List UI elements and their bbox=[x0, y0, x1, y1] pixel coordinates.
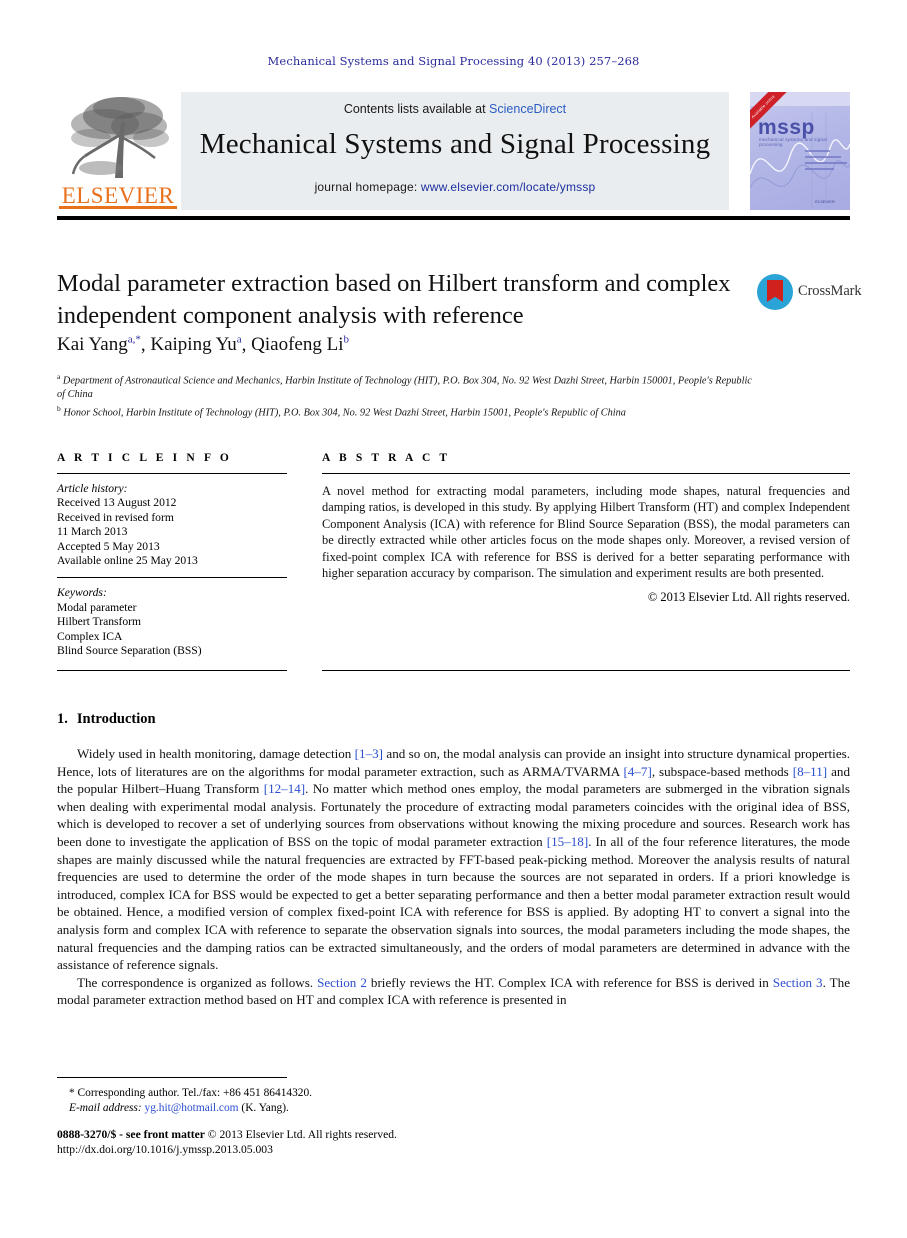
journal-homepage-line: journal homepage: www.elsevier.com/locat… bbox=[181, 180, 729, 194]
section-heading-introduction: 1. Introduction bbox=[57, 711, 156, 728]
citation-link[interactable]: [12–14] bbox=[264, 781, 305, 796]
citation-link[interactable]: [4–7] bbox=[623, 764, 651, 779]
section-title: Introduction bbox=[76, 711, 156, 727]
abstract-rule bbox=[322, 473, 850, 474]
journal-homepage-link[interactable]: www.elsevier.com/locate/ymssp bbox=[421, 180, 596, 194]
keyword-item: Blind Source Separation (BSS) bbox=[57, 644, 202, 658]
section-link[interactable]: Section 2 bbox=[317, 975, 367, 990]
citation-link[interactable]: [8–11] bbox=[793, 764, 827, 779]
citation-link[interactable]: [15–18] bbox=[547, 834, 588, 849]
author-sep: , bbox=[140, 334, 151, 356]
issn-rights: © 2013 Elsevier Ltd. All rights reserved… bbox=[204, 1128, 397, 1141]
text-run: , subspace-based methods bbox=[651, 763, 793, 779]
header-divider bbox=[57, 216, 850, 220]
author-sep: , bbox=[241, 334, 252, 356]
abstract-column: A B S T R A C T A novel method for extra… bbox=[322, 452, 850, 605]
crossmark-badge[interactable]: CrossMark bbox=[757, 272, 862, 314]
author-2: Qiaofeng Lib bbox=[251, 334, 349, 355]
page-title: Modal parameter extraction based on Hilb… bbox=[57, 270, 731, 329]
journal-title: Mechanical Systems and Signal Processing bbox=[199, 128, 711, 160]
article-history: Article history: Received 13 August 2012… bbox=[57, 482, 287, 568]
affiliation-text: Department of Astronautical Science and … bbox=[57, 375, 752, 401]
crossmark-label: CrossMark bbox=[798, 283, 862, 299]
affiliation-mark: b bbox=[57, 403, 61, 413]
section-number: 1. bbox=[57, 711, 68, 727]
contents-lists-line: Contents lists available at ScienceDirec… bbox=[181, 102, 729, 116]
author-list: Kai Yanga,*, Kaiping Yua, Qiaofeng Lib bbox=[57, 334, 737, 356]
affiliation-a: a Department of Astronautical Science an… bbox=[57, 370, 757, 402]
journal-masthead: Contents lists available at ScienceDirec… bbox=[181, 92, 729, 210]
text-run: briefly reviews the HT. Complex ICA with… bbox=[366, 974, 773, 990]
journal-cover-thumbnail[interactable]: mssp mechanical systems and signal proce… bbox=[750, 92, 850, 210]
author-1: Kaiping Yua bbox=[150, 334, 241, 355]
elsevier-logo: ELSEVIER bbox=[57, 92, 179, 210]
author-marks: b bbox=[343, 334, 349, 346]
homepage-prefix: journal homepage: bbox=[314, 180, 421, 194]
keyword-item: Hilbert Transform bbox=[57, 615, 142, 629]
keywords-label: Keywords: bbox=[57, 586, 107, 600]
body-text: Widely used in health monitoring, damage… bbox=[57, 745, 850, 1009]
email-link[interactable]: yg.hit@hotmail.com bbox=[145, 1102, 239, 1114]
doi-link[interactable]: http://dx.doi.org/10.1016/j.ymssp.2013.0… bbox=[57, 1142, 617, 1157]
info-column-bottom-rule bbox=[57, 670, 287, 672]
author-name: Kai Yang bbox=[57, 334, 128, 356]
contents-prefix: Contents lists available at bbox=[343, 102, 490, 116]
history-item: Received 13 August 2012 bbox=[57, 496, 177, 510]
history-item: 11 March 2013 bbox=[57, 525, 128, 539]
journal-header: ELSEVIER Contents lists available at Sci… bbox=[57, 92, 850, 210]
affiliation-list: a Department of Astronautical Science an… bbox=[57, 370, 757, 420]
article-info-rule bbox=[57, 473, 287, 474]
abstract-heading: A B S T R A C T bbox=[322, 452, 451, 464]
author-name: Kaiping Yu bbox=[150, 334, 237, 356]
email-label: E-mail address: bbox=[69, 1102, 142, 1114]
email-note: E-mail address: yg.hit@hotmail.com (K. Y… bbox=[57, 1101, 557, 1116]
running-head: Mechanical Systems and Signal Processing… bbox=[267, 54, 640, 68]
article-info-column: A R T I C L E I N F O Article history: R… bbox=[57, 452, 287, 658]
abstract-column-bottom-rule bbox=[322, 670, 850, 672]
elsevier-tree-icon bbox=[61, 94, 175, 182]
article-info-heading: A R T I C L E I N F O bbox=[57, 452, 232, 464]
text-run: Widely used in health monitoring, damage… bbox=[77, 746, 355, 761]
cover-imprint: ELSEVIER bbox=[815, 199, 835, 204]
section-link[interactable]: Section 3 bbox=[773, 975, 823, 990]
keywords-block: Keywords: Modal parameter Hilbert Transf… bbox=[57, 586, 287, 658]
cover-text-lines bbox=[805, 150, 847, 174]
affiliation-mark: a bbox=[57, 372, 61, 381]
author-0: Kai Yanga,* bbox=[57, 334, 141, 355]
footnote-rule bbox=[57, 1077, 287, 1078]
issn-line: 0888-3270/$ - see front matter © 2013 El… bbox=[57, 1127, 617, 1142]
elsevier-rule bbox=[59, 206, 177, 209]
keyword-item: Modal parameter bbox=[57, 600, 137, 614]
history-item: Received in revised form bbox=[57, 510, 174, 524]
abstract-copyright: © 2013 Elsevier Ltd. All rights reserved… bbox=[647, 590, 850, 605]
sciencedirect-link[interactable]: ScienceDirect bbox=[489, 102, 566, 116]
history-item: Available online 25 May 2013 bbox=[57, 554, 198, 568]
paper-page: Mechanical Systems and Signal Processing… bbox=[0, 0, 907, 1238]
page-footer: 0888-3270/$ - see front matter © 2013 El… bbox=[57, 1127, 617, 1158]
footnote-block: * Corresponding author. Tel./fax: +86 45… bbox=[57, 1086, 557, 1116]
text-run: The correspondence is organized as follo… bbox=[77, 974, 318, 990]
author-marks: a,* bbox=[127, 334, 141, 346]
affiliation-text: Honor School, Harbin Institute of Techno… bbox=[63, 407, 626, 419]
elsevier-wordmark: ELSEVIER bbox=[61, 183, 175, 208]
text-run: . In all of the four reference literatur… bbox=[57, 833, 850, 973]
paragraph-2: The correspondence is organized as follo… bbox=[57, 974, 850, 1009]
paragraph-1: Widely used in health monitoring, damage… bbox=[57, 745, 850, 974]
history-item: Accepted 5 May 2013 bbox=[57, 539, 160, 553]
cover-subtitle: mechanical systems and signal processing bbox=[759, 137, 828, 147]
issn-front-matter: 0888-3270/$ - see front matter bbox=[57, 1128, 205, 1141]
keyword-item: Complex ICA bbox=[57, 629, 123, 643]
keywords-rule bbox=[57, 577, 287, 579]
abstract-text: A novel method for extracting modal para… bbox=[322, 484, 850, 581]
citation-link[interactable]: [1–3] bbox=[355, 746, 383, 761]
article-history-label: Article history: bbox=[57, 482, 128, 495]
author-name: Qiaofeng Li bbox=[251, 334, 344, 356]
affiliation-b: b Honor School, Harbin Institute of Tech… bbox=[57, 402, 757, 420]
corresponding-author-note: * Corresponding author. Tel./fax: +86 45… bbox=[69, 1087, 313, 1099]
email-suffix: (K. Yang). bbox=[241, 1102, 289, 1114]
